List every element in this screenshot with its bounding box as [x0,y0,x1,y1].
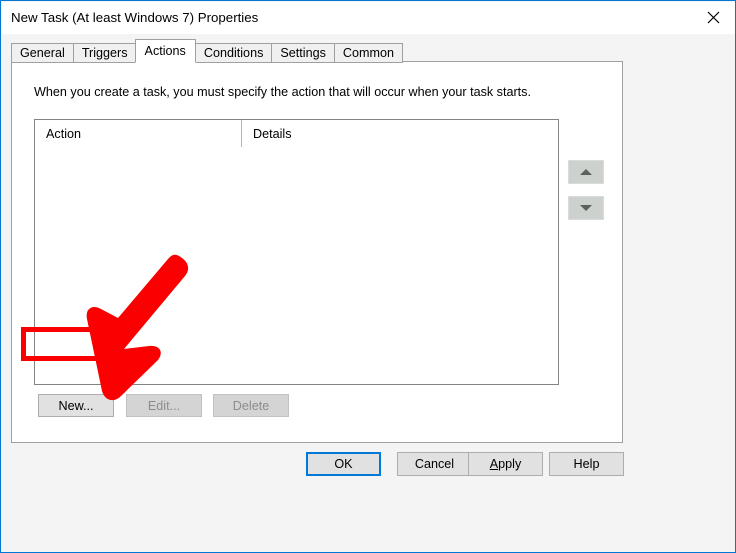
actions-list-header: Action Details [35,120,558,147]
move-down-button[interactable] [568,196,604,220]
actions-tab-panel: When you create a task, you must specify… [11,61,623,443]
apply-button[interactable]: Apply [468,452,543,476]
cancel-button[interactable]: Cancel [397,452,472,476]
apply-accel-letter: A [489,457,499,471]
title-bar: New Task (At least Windows 7) Properties [2,2,735,34]
column-header-details[interactable]: Details [242,120,558,147]
tab-settings[interactable]: Settings [271,43,334,63]
window-title: New Task (At least Windows 7) Properties [11,10,259,25]
task-properties-dialog: New Task (At least Windows 7) Properties… [0,0,736,553]
tab-strip: General Triggers Actions Conditions Sett… [11,39,403,63]
actions-list-body[interactable] [35,147,558,384]
move-up-button[interactable] [568,160,604,184]
triangle-down-icon [580,205,592,211]
tab-common[interactable]: Common [333,43,403,63]
triangle-up-icon [580,169,592,175]
column-header-action[interactable]: Action [35,120,242,147]
apply-label-rest: pply [498,457,522,471]
tab-conditions[interactable]: Conditions [194,43,272,63]
ok-button[interactable]: OK [306,452,381,476]
close-button[interactable] [691,2,735,33]
help-button[interactable]: Help [549,452,624,476]
delete-action-button: Delete [213,394,289,417]
tab-triggers[interactable]: Triggers [72,43,136,63]
close-icon [707,11,720,24]
new-action-button[interactable]: New... [38,394,114,417]
tab-label: Triggers [81,46,128,60]
tab-label: Conditions [203,46,264,60]
panel-description: When you create a task, you must specify… [34,85,531,99]
actions-list[interactable]: Action Details [34,119,559,385]
tab-actions[interactable]: Actions [134,39,196,63]
tab-general[interactable]: General [11,43,73,63]
tab-label: Actions [144,44,186,58]
tab-label: Settings [280,46,326,60]
tab-label: General [20,46,65,60]
tab-label: Common [342,46,394,60]
edit-action-button: Edit... [126,394,202,417]
